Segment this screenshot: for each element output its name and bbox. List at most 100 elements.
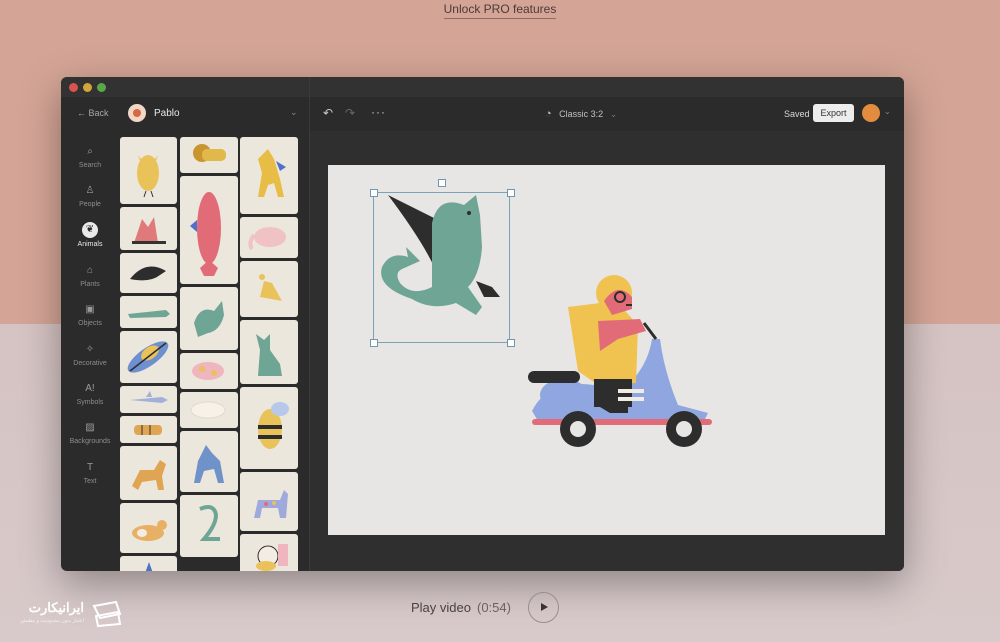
watermark: ایرانیکارت اعتبار بدون محدودیت و مطمئن bbox=[14, 598, 126, 634]
project-avatar-icon bbox=[133, 109, 141, 117]
paw-icon: ❦ bbox=[82, 222, 98, 238]
minimize-window-button[interactable] bbox=[83, 83, 92, 92]
asset-tile-dog[interactable] bbox=[120, 446, 177, 500]
tiger-icon bbox=[134, 425, 162, 435]
format-selector[interactable]: ◔ Classic 3:2 ⌄ bbox=[545, 108, 617, 120]
play-icon bbox=[540, 603, 548, 611]
more-options-icon[interactable]: ··· bbox=[371, 105, 386, 119]
redo-icon[interactable]: ↷ bbox=[345, 106, 355, 120]
chevron-down-icon[interactable]: ⌄ bbox=[290, 107, 298, 118]
user-menu-chevron-icon[interactable]: ⌄ bbox=[884, 107, 891, 116]
asset-tile-shark[interactable] bbox=[120, 386, 177, 413]
asset-tile-bird[interactable] bbox=[240, 261, 298, 317]
asset-tile-whale[interactable] bbox=[120, 253, 177, 293]
project-avatar[interactable] bbox=[128, 104, 146, 122]
format-icon: ◔ bbox=[545, 108, 552, 120]
sidebar-item-people[interactable]: ♙ People bbox=[61, 184, 119, 208]
play-button[interactable] bbox=[527, 591, 559, 623]
category-sidebar: ⌕ Search ♙ People ❦ Animals ⌂ Plants ▣ O… bbox=[61, 131, 119, 571]
asset-tile-dalmatian[interactable] bbox=[240, 472, 298, 531]
watermark-logo-icon bbox=[92, 600, 122, 628]
asset-tile-elephant[interactable] bbox=[240, 217, 298, 258]
shark-icon bbox=[130, 391, 168, 403]
sidebar-item-label: Search bbox=[78, 162, 102, 169]
sidebar-item-label: Plants bbox=[80, 281, 100, 288]
sidebar-item-symbols[interactable]: A! Symbols bbox=[61, 382, 119, 406]
sidebar-item-label: Decorative bbox=[73, 360, 107, 367]
cat-icon bbox=[256, 334, 282, 376]
asset-tile-owl[interactable] bbox=[120, 137, 177, 204]
asset-tile-feather[interactable] bbox=[120, 331, 177, 383]
sidebar-item-backgrounds[interactable]: ▨ Backgrounds bbox=[61, 421, 119, 445]
undo-icon[interactable]: ↶ bbox=[323, 106, 333, 120]
asset-grid bbox=[119, 137, 300, 571]
play-video-label[interactable]: Play video bbox=[411, 600, 471, 615]
asset-tile-cat[interactable] bbox=[240, 320, 298, 384]
polar-bear-icon bbox=[190, 401, 226, 419]
resize-handle-top-left[interactable] bbox=[370, 189, 378, 197]
sidebar-item-label: Animals bbox=[77, 241, 103, 248]
lion-icon bbox=[193, 144, 226, 162]
sidebar-item-text[interactable]: T Text bbox=[61, 461, 119, 485]
asset-tile-tiger[interactable] bbox=[120, 416, 177, 443]
asset-tile-lion[interactable] bbox=[180, 137, 238, 173]
watermark-title: ایرانیکارت bbox=[28, 600, 84, 615]
elephant-icon bbox=[248, 227, 286, 251]
image-icon: ▨ bbox=[85, 422, 95, 433]
resize-handle-top-right[interactable] bbox=[507, 189, 515, 197]
crocodile-icon bbox=[128, 310, 170, 318]
selection-box[interactable] bbox=[370, 179, 515, 347]
asset-tile-wolf[interactable] bbox=[180, 431, 238, 492]
person-icon: ♙ bbox=[85, 185, 95, 196]
editor-toolbar: ← Back Pablo ⌄ ↶ ↷ ··· ◔ Classic 3:2 ⌄ S… bbox=[61, 97, 904, 131]
dragon-icon bbox=[194, 301, 224, 337]
sidebar-item-label: Text bbox=[83, 478, 97, 485]
asset-tile-corgi[interactable] bbox=[120, 503, 177, 553]
unlock-pro-link[interactable]: Unlock PRO features bbox=[443, 2, 557, 19]
asset-tile-snake[interactable] bbox=[180, 495, 238, 557]
format-label: Classic 3:2 bbox=[559, 109, 604, 119]
corgi-icon bbox=[132, 520, 167, 541]
asset-tile-fish[interactable] bbox=[180, 176, 238, 284]
format-chevron-icon: ⌄ bbox=[609, 109, 618, 119]
asset-tile-horse[interactable] bbox=[240, 137, 298, 214]
fox-icon bbox=[132, 217, 166, 244]
video-player-controls: Play video (0:54) bbox=[411, 591, 559, 623]
asset-tile-bee[interactable] bbox=[240, 387, 298, 469]
scooter-rider-illustration[interactable] bbox=[508, 261, 718, 461]
back-button[interactable]: ← Back bbox=[77, 108, 109, 118]
user-avatar[interactable] bbox=[862, 104, 880, 122]
feather-icon bbox=[127, 341, 169, 373]
sidebar-item-objects[interactable]: ▣ Objects bbox=[61, 303, 119, 327]
objects-icon: ▣ bbox=[85, 304, 95, 315]
close-window-button[interactable] bbox=[69, 83, 78, 92]
asset-tile-polar-bear[interactable] bbox=[180, 392, 238, 428]
asset-tile-hamster[interactable] bbox=[240, 534, 298, 571]
sidebar-item-plants[interactable]: ⌂ Plants bbox=[61, 264, 119, 288]
rotate-handle[interactable] bbox=[438, 179, 446, 187]
asset-tile-dragon-small[interactable] bbox=[180, 287, 238, 350]
text-icon: T bbox=[86, 462, 94, 473]
sidebar-item-animals[interactable]: ❦ Animals bbox=[61, 222, 119, 248]
promo-banner: Unlock PRO features bbox=[0, 2, 1000, 19]
sidebar-item-decorative[interactable]: ✧ Decorative bbox=[61, 343, 119, 367]
artboard[interactable] bbox=[328, 165, 885, 535]
canvas-area bbox=[310, 131, 904, 571]
sidebar-item-label: Objects bbox=[78, 320, 102, 327]
search-icon: ⌕ bbox=[87, 146, 93, 157]
sidebar-item-label: Symbols bbox=[76, 399, 104, 406]
asset-tile-crocodile[interactable] bbox=[120, 296, 177, 328]
asset-tile-blue-figure[interactable] bbox=[120, 556, 177, 571]
blue-figure-icon bbox=[145, 562, 153, 571]
sidebar-item-search[interactable]: ⌕ Search bbox=[61, 145, 119, 169]
export-button[interactable]: Export bbox=[813, 104, 854, 122]
snake-icon bbox=[199, 505, 220, 541]
asset-tile-pig[interactable] bbox=[180, 353, 238, 389]
maximize-window-button[interactable] bbox=[97, 83, 106, 92]
window-titlebar bbox=[61, 77, 904, 97]
dog-icon bbox=[132, 460, 166, 490]
project-name[interactable]: Pablo bbox=[154, 108, 180, 119]
asset-tile-fox[interactable] bbox=[120, 207, 177, 250]
resize-handle-bottom-left[interactable] bbox=[370, 339, 378, 347]
fish-icon bbox=[190, 192, 221, 276]
